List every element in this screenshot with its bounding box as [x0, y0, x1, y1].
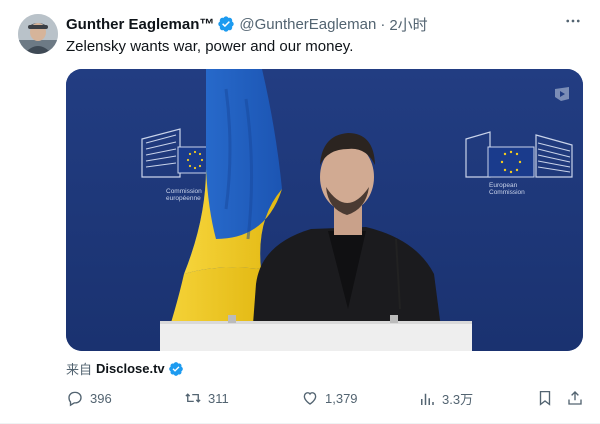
- right-plaque-line2: Commission: [489, 189, 525, 196]
- author-name[interactable]: Gunther Eagleman™: [66, 16, 214, 33]
- view-count: 3.3万: [442, 392, 474, 407]
- like-count: 1,379: [325, 390, 358, 406]
- more-dots-icon: [566, 19, 580, 23]
- like-icon: [303, 392, 317, 405]
- retweet-button[interactable]: 311: [184, 389, 229, 407]
- views-icon: [421, 393, 434, 405]
- retweet-icon: [185, 393, 201, 403]
- like-button[interactable]: 1,379: [301, 389, 358, 407]
- source-name[interactable]: Disclose.tv: [96, 361, 165, 376]
- video-frame: Commission européenne European Commissio…: [66, 69, 583, 351]
- right-plaque-line1: European: [489, 182, 518, 189]
- views-button[interactable]: 3.3万: [418, 389, 473, 408]
- bookmark-button[interactable]: [536, 389, 554, 407]
- reply-count: 396: [90, 390, 112, 406]
- share-button[interactable]: [566, 389, 584, 407]
- verified-badge-icon: [168, 361, 183, 376]
- separator-dot: ·: [380, 15, 386, 33]
- left-plaque-line1: Commission: [166, 188, 202, 195]
- media-source: 来自 Disclose.tv: [66, 359, 184, 378]
- verified-badge-icon[interactable]: [217, 15, 235, 33]
- tweet-text: Zelensky wants war, power and our money.: [66, 38, 354, 55]
- tweet-timestamp[interactable]: 2小时: [389, 14, 427, 35]
- left-plaque-line2: européenne: [166, 195, 201, 202]
- author-handle[interactable]: @GuntherEagleman: [239, 16, 376, 33]
- source-prefix: 来自: [66, 362, 93, 377]
- reply-icon: [68, 391, 82, 407]
- retweet-count: 311: [208, 390, 229, 406]
- avatar-image: [18, 14, 58, 54]
- more-icon[interactable]: [562, 12, 584, 34]
- tweet[interactable]: Gunther Eagleman™ @GuntherEagleman · 2小时…: [0, 0, 600, 424]
- video-media[interactable]: Commission européenne European Commissio…: [66, 69, 583, 351]
- avatar[interactable]: [18, 14, 58, 54]
- bookmark-icon: [539, 390, 551, 406]
- reply-button[interactable]: 396: [66, 389, 112, 407]
- tweet-header: Gunther Eagleman™ @GuntherEagleman · 2小时: [66, 14, 584, 34]
- action-bar: 396 311 1,379 3.3万: [66, 389, 586, 411]
- share-icon: [568, 391, 582, 405]
